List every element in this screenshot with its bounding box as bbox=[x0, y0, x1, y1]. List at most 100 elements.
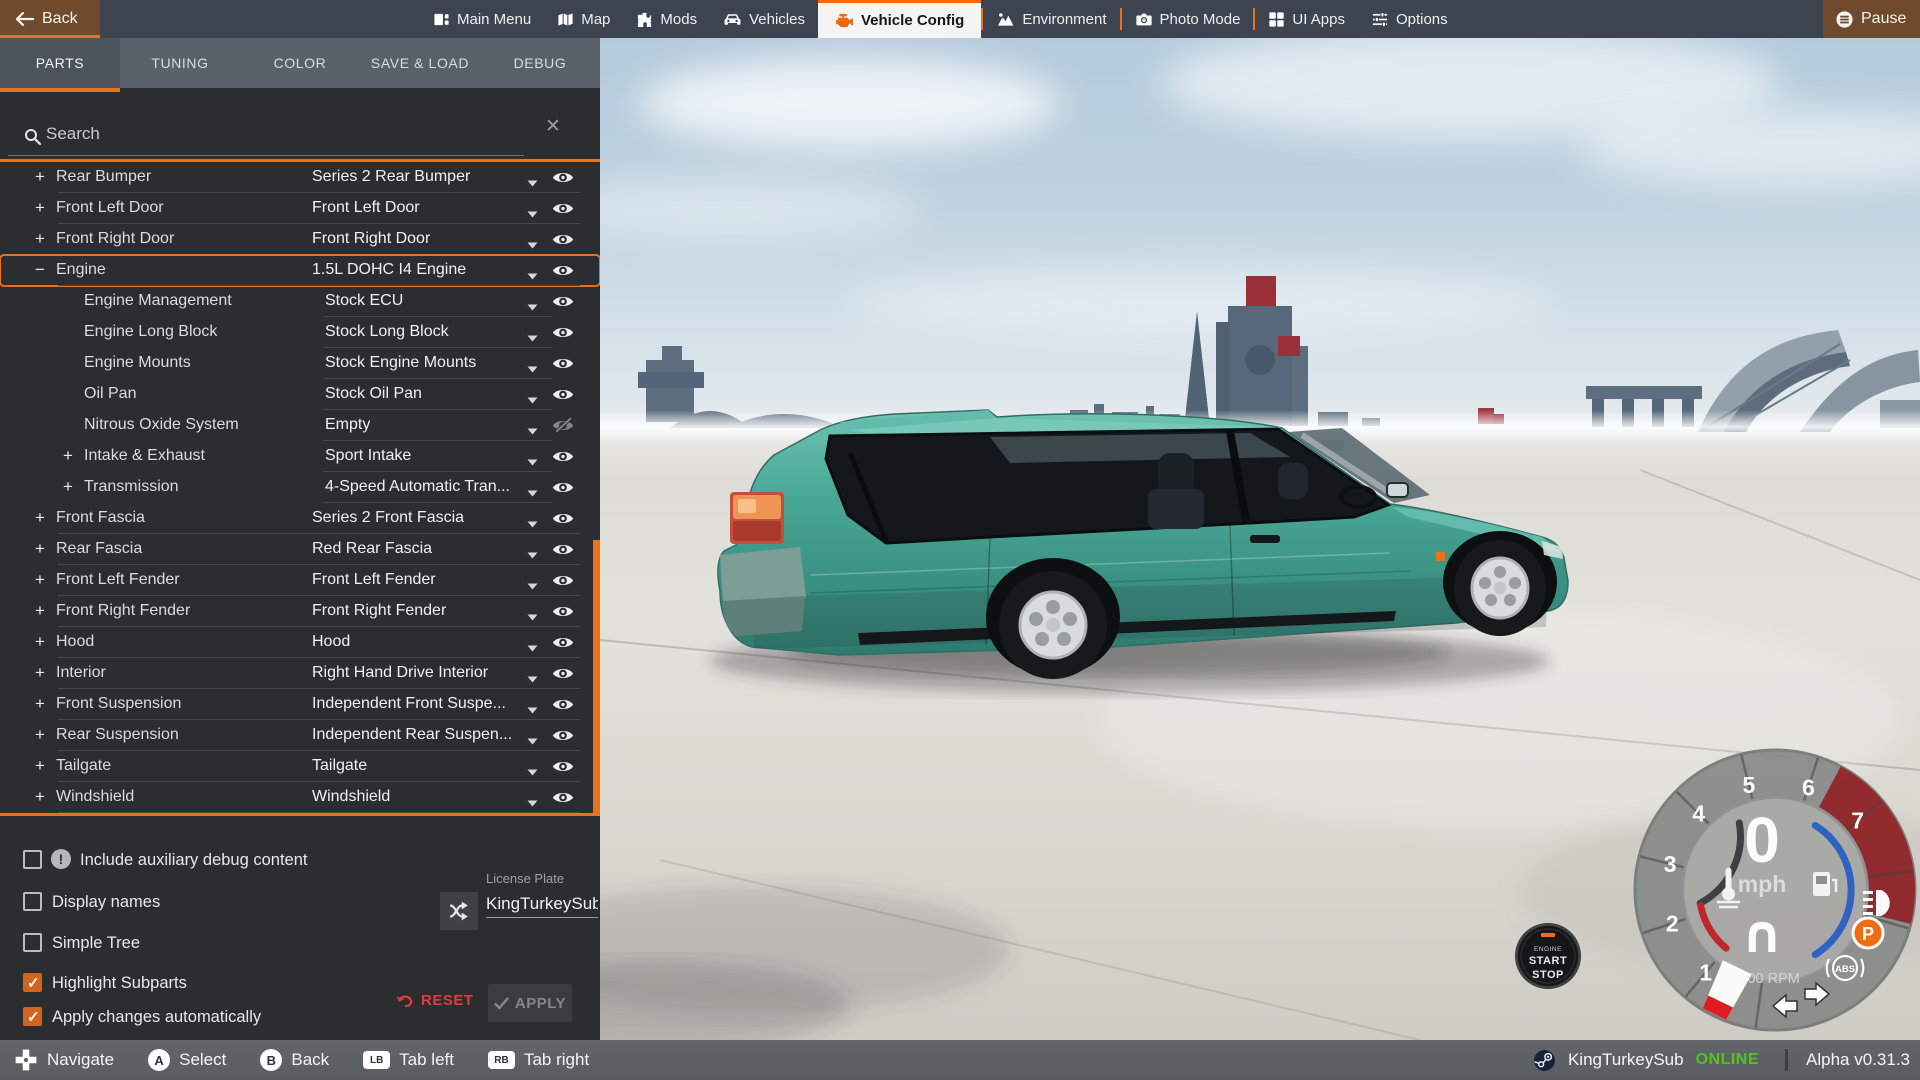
chevron-down-icon[interactable] bbox=[527, 174, 538, 192]
visibility-eye-icon[interactable] bbox=[552, 232, 574, 247]
expand-icon[interactable]: + bbox=[32, 229, 48, 249]
part-value-dropdown[interactable]: Front Left Fender bbox=[310, 565, 580, 596]
part-row-oil-pan[interactable]: Oil PanStock Oil Pan bbox=[0, 379, 600, 410]
tab-debug[interactable]: DEBUG bbox=[480, 38, 600, 88]
expand-icon[interactable]: + bbox=[32, 787, 48, 807]
expand-icon[interactable]: + bbox=[32, 756, 48, 776]
expand-icon[interactable]: + bbox=[32, 601, 48, 621]
part-row-engine[interactable]: −Engine1.5L DOHC I4 Engine bbox=[0, 255, 600, 286]
apply-button[interactable]: APPLY bbox=[488, 984, 572, 1022]
randomize-plate-button[interactable] bbox=[440, 892, 478, 930]
part-value-dropdown[interactable]: Tailgate bbox=[310, 751, 580, 782]
visibility-eye-icon[interactable] bbox=[552, 294, 574, 309]
visibility-eye-icon[interactable] bbox=[552, 201, 574, 216]
menu-item-mods[interactable]: Mods bbox=[623, 0, 710, 38]
checkbox-highlight-subparts[interactable] bbox=[23, 973, 42, 992]
collapse-icon[interactable]: − bbox=[32, 260, 48, 280]
chevron-down-icon[interactable] bbox=[527, 546, 538, 564]
menu-item-main-menu[interactable]: Main Menu bbox=[420, 0, 544, 38]
visibility-eye-icon[interactable] bbox=[552, 542, 574, 557]
chevron-down-icon[interactable] bbox=[527, 794, 538, 812]
tab-tuning[interactable]: TUNING bbox=[120, 38, 240, 88]
visibility-eye-icon[interactable] bbox=[552, 387, 574, 402]
checkbox-apply-changes-automatically[interactable] bbox=[23, 1007, 42, 1026]
part-row-interior[interactable]: +InteriorRight Hand Drive Interior bbox=[0, 658, 600, 689]
chevron-down-icon[interactable] bbox=[527, 267, 538, 285]
visibility-eye-icon[interactable] bbox=[552, 263, 574, 278]
visibility-eye-icon[interactable] bbox=[552, 697, 574, 712]
chevron-down-icon[interactable] bbox=[527, 453, 538, 471]
part-value-dropdown[interactable]: Independent Rear Suspen... bbox=[310, 720, 580, 751]
part-row-engine-management[interactable]: Engine ManagementStock ECU bbox=[0, 286, 600, 317]
part-value-dropdown[interactable]: Stock Oil Pan bbox=[323, 379, 580, 410]
part-row-front-fascia[interactable]: +Front FasciaSeries 2 Front Fascia bbox=[0, 503, 600, 534]
part-value-dropdown[interactable]: Front Right Fender bbox=[310, 596, 580, 627]
part-row-tailgate[interactable]: +TailgateTailgate bbox=[0, 751, 600, 782]
part-value-dropdown[interactable]: Stock ECU bbox=[323, 286, 580, 317]
expand-icon[interactable]: + bbox=[32, 632, 48, 652]
chevron-down-icon[interactable] bbox=[527, 577, 538, 595]
menu-item-ui-apps[interactable]: UI Apps bbox=[1255, 0, 1358, 38]
part-row-engine-mounts[interactable]: Engine MountsStock Engine Mounts bbox=[0, 348, 600, 379]
part-value-dropdown[interactable]: Independent Front Suspe... bbox=[310, 689, 580, 720]
menu-item-options[interactable]: Options bbox=[1358, 0, 1461, 38]
part-row-engine-long-block[interactable]: Engine Long BlockStock Long Block bbox=[0, 317, 600, 348]
checkbox-include-auxiliary-debug-content[interactable] bbox=[23, 850, 42, 869]
chevron-down-icon[interactable] bbox=[527, 360, 538, 378]
chevron-down-icon[interactable] bbox=[527, 422, 538, 440]
part-value-dropdown[interactable]: Stock Long Block bbox=[323, 317, 580, 348]
visibility-eye-icon[interactable] bbox=[552, 480, 574, 495]
expand-icon[interactable]: + bbox=[32, 198, 48, 218]
engine-start-stop-button[interactable]: ENGINE START STOP bbox=[1514, 922, 1582, 990]
menu-item-vehicles[interactable]: Vehicles bbox=[710, 0, 818, 38]
visibility-eye-icon[interactable] bbox=[552, 356, 574, 371]
part-row-rear-suspension[interactable]: +Rear SuspensionIndependent Rear Suspen.… bbox=[0, 720, 600, 751]
part-row-transmission[interactable]: +Transmission4-Speed Automatic Tran... bbox=[0, 472, 600, 503]
part-value-dropdown[interactable]: Sport Intake bbox=[323, 441, 580, 472]
viewport-3d[interactable]: 1234567 0 mph ∩ x1000 RPM bbox=[600, 38, 1920, 1040]
part-row-intake-exhaust[interactable]: +Intake & ExhaustSport Intake bbox=[0, 441, 600, 472]
tab-save-load[interactable]: SAVE & LOAD bbox=[360, 38, 480, 88]
expand-icon[interactable]: + bbox=[32, 663, 48, 683]
checkbox-display-names[interactable] bbox=[23, 892, 42, 911]
part-row-hood[interactable]: +HoodHood bbox=[0, 627, 600, 658]
part-value-dropdown[interactable]: Series 2 Front Fascia bbox=[310, 503, 580, 534]
expand-icon[interactable]: + bbox=[32, 694, 48, 714]
menu-item-photo-mode[interactable]: Photo Mode bbox=[1122, 0, 1254, 38]
expand-icon[interactable]: + bbox=[32, 167, 48, 187]
part-value-dropdown[interactable]: Front Left Door bbox=[310, 193, 580, 224]
part-value-dropdown[interactable]: 4-Speed Automatic Tran... bbox=[323, 472, 580, 503]
expand-icon[interactable]: + bbox=[60, 477, 76, 497]
part-value-dropdown[interactable]: Front Right Door bbox=[310, 224, 580, 255]
part-row-front-suspension[interactable]: +Front SuspensionIndependent Front Suspe… bbox=[0, 689, 600, 720]
chevron-down-icon[interactable] bbox=[527, 515, 538, 533]
checkbox-simple-tree[interactable] bbox=[23, 933, 42, 952]
part-value-dropdown[interactable]: Hood bbox=[310, 627, 580, 658]
chevron-down-icon[interactable] bbox=[527, 298, 538, 316]
menu-item-map[interactable]: Map bbox=[544, 0, 623, 38]
visibility-eye-icon[interactable] bbox=[552, 170, 574, 185]
expand-icon[interactable]: + bbox=[32, 508, 48, 528]
part-value-dropdown[interactable]: Stock Engine Mounts bbox=[323, 348, 580, 379]
pause-button[interactable]: Pause bbox=[1823, 0, 1920, 38]
expand-icon[interactable]: + bbox=[60, 446, 76, 466]
visibility-eye-icon[interactable] bbox=[552, 728, 574, 743]
part-row-front-right-fender[interactable]: +Front Right FenderFront Right Fender bbox=[0, 596, 600, 627]
visibility-eye-icon[interactable] bbox=[552, 790, 574, 805]
search-input[interactable] bbox=[46, 120, 506, 148]
part-row-front-left-fender[interactable]: +Front Left FenderFront Left Fender bbox=[0, 565, 600, 596]
part-value-dropdown[interactable]: Windshield bbox=[310, 782, 580, 813]
part-row-nitrous-oxide-system[interactable]: Nitrous Oxide SystemEmpty bbox=[0, 410, 600, 441]
back-button[interactable]: Back bbox=[0, 0, 100, 38]
part-row-rear-bumper[interactable]: +Rear BumperSeries 2 Rear Bumper bbox=[0, 162, 600, 193]
visibility-eye-icon[interactable] bbox=[552, 759, 574, 774]
part-row-front-right-door[interactable]: +Front Right DoorFront Right Door bbox=[0, 224, 600, 255]
chevron-down-icon[interactable] bbox=[527, 763, 538, 781]
chevron-down-icon[interactable] bbox=[527, 236, 538, 254]
part-row-front-left-door[interactable]: +Front Left DoorFront Left Door bbox=[0, 193, 600, 224]
chevron-down-icon[interactable] bbox=[527, 391, 538, 409]
visibility-eye-icon[interactable] bbox=[552, 449, 574, 464]
part-value-dropdown[interactable]: Red Rear Fascia bbox=[310, 534, 580, 565]
chevron-down-icon[interactable] bbox=[527, 732, 538, 750]
part-value-dropdown[interactable]: Empty bbox=[323, 410, 580, 441]
